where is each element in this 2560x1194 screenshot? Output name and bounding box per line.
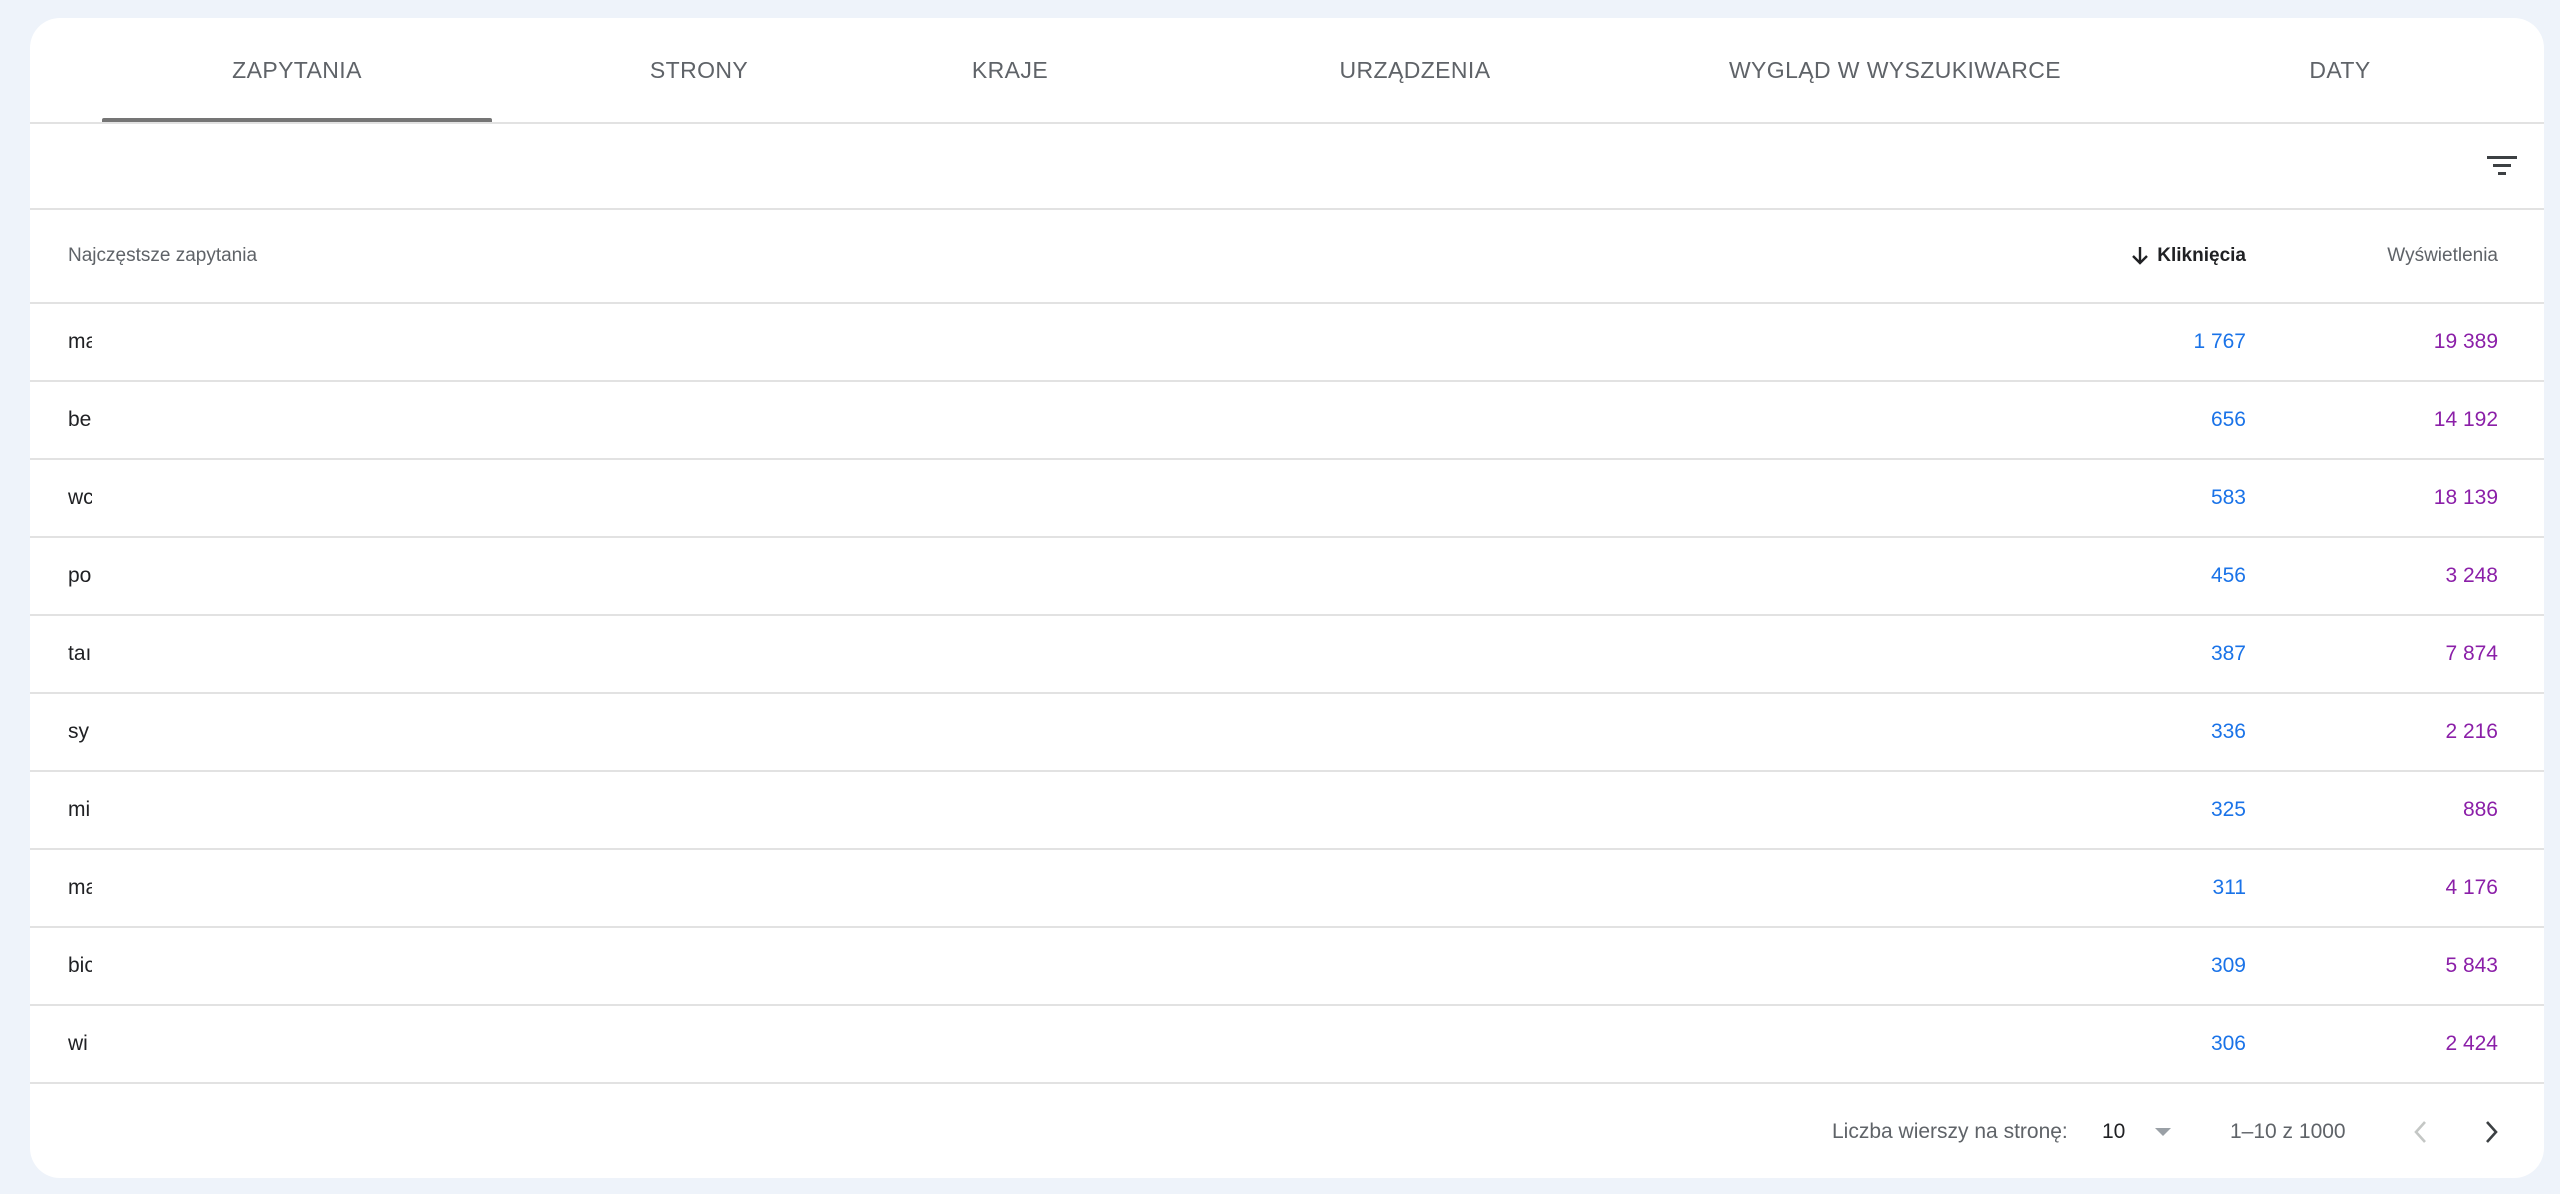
query-cell: sy bbox=[68, 720, 89, 743]
table-row[interactable]: po 456 3 248 bbox=[30, 538, 2544, 616]
impressions-cell: 5 843 bbox=[2445, 954, 2498, 977]
table-row[interactable]: mi 325 886 bbox=[30, 772, 2544, 850]
impressions-cell: 4 176 bbox=[2445, 876, 2498, 899]
pagination: Liczba wierszy na stronę: 10 1–10 z 1000 bbox=[30, 1086, 2544, 1178]
clicks-cell: 306 bbox=[2210, 1032, 2246, 1055]
page-range-label: 1–10 z 1000 bbox=[2230, 1120, 2346, 1143]
active-tab-indicator bbox=[102, 118, 492, 122]
clicks-cell: 456 bbox=[2210, 564, 2246, 587]
table-row[interactable]: be 656 14 192 bbox=[30, 382, 2544, 460]
clicks-cell: 309 bbox=[2210, 954, 2246, 977]
rows-per-page-select[interactable]: 10 bbox=[2102, 1108, 2182, 1156]
table-row[interactable]: wi 306 2 424 bbox=[30, 1006, 2544, 1084]
impressions-cell: 2 424 bbox=[2445, 1032, 2498, 1055]
tab-pages[interactable]: STRONY bbox=[560, 18, 838, 122]
clicks-cell: 1 767 bbox=[2193, 330, 2246, 353]
table-row[interactable]: sy 336 2 216 bbox=[30, 694, 2544, 772]
impressions-cell: 14 192 bbox=[2433, 408, 2498, 431]
table-row[interactable]: ma 311 4 176 bbox=[30, 850, 2544, 928]
table-header: Najczęstsze zapytania Kliknięcia Wyświet… bbox=[30, 210, 2544, 304]
clicks-cell: 387 bbox=[2210, 642, 2246, 665]
next-page-button[interactable] bbox=[2468, 1108, 2516, 1156]
rows-per-page-value: 10 bbox=[2102, 1120, 2126, 1143]
query-cell: mi bbox=[68, 798, 91, 821]
column-header-query[interactable]: Najczęstsze zapytania bbox=[68, 210, 257, 302]
tab-bar: ZAPYTANIA STRONY KRAJE URZĄDZENIA WYGLĄD… bbox=[30, 18, 2544, 124]
filter-button[interactable] bbox=[2480, 144, 2524, 188]
tab-queries[interactable]: ZAPYTANIA bbox=[102, 18, 492, 122]
table-row[interactable]: ma 1 767 19 389 bbox=[30, 304, 2544, 382]
column-header-impressions[interactable]: Wyświetlenia bbox=[2387, 210, 2498, 302]
column-header-clicks[interactable]: Kliknięcia bbox=[2131, 210, 2246, 302]
impressions-cell: 3 248 bbox=[2445, 564, 2498, 587]
arrow-down-icon bbox=[2131, 246, 2149, 266]
tab-devices[interactable]: URZĄDZENIA bbox=[1210, 18, 1620, 122]
column-header-clicks-label: Kliknięcia bbox=[2157, 245, 2246, 266]
clicks-cell: 336 bbox=[2210, 720, 2246, 743]
impressions-cell: 7 874 bbox=[2445, 642, 2498, 665]
query-cell: bic bbox=[68, 954, 92, 977]
table-row[interactable]: bic 309 5 843 bbox=[30, 928, 2544, 1006]
caret-down-icon bbox=[2153, 1126, 2173, 1138]
tab-countries[interactable]: KRAJE bbox=[900, 18, 1120, 122]
performance-card: ZAPYTANIA STRONY KRAJE URZĄDZENIA WYGLĄD… bbox=[30, 18, 2544, 1178]
query-cell: wi bbox=[68, 1032, 88, 1055]
query-cell: ma bbox=[68, 876, 92, 899]
impressions-cell: 19 389 bbox=[2433, 330, 2498, 353]
rows-per-page-label: Liczba wierszy na stronę: bbox=[1832, 1120, 2068, 1143]
table-row[interactable]: taı 387 7 874 bbox=[30, 616, 2544, 694]
tab-search-appearance[interactable]: WYGLĄD W WYSZUKIWARCE bbox=[1690, 18, 2100, 122]
impressions-cell: 2 216 bbox=[2445, 720, 2498, 743]
clicks-cell: 311 bbox=[2212, 876, 2246, 899]
chevron-right-icon bbox=[2486, 1121, 2498, 1143]
query-cell: ma bbox=[68, 330, 92, 353]
impressions-cell: 886 bbox=[2462, 798, 2498, 821]
clicks-cell: 583 bbox=[2210, 486, 2246, 509]
filter-list-icon bbox=[2487, 156, 2517, 175]
table-row[interactable]: wc 583 18 139 bbox=[30, 460, 2544, 538]
query-cell: wc bbox=[68, 486, 92, 509]
query-cell: be bbox=[68, 408, 92, 431]
previous-page-button[interactable] bbox=[2396, 1108, 2444, 1156]
tab-dates[interactable]: DATY bbox=[2180, 18, 2500, 122]
clicks-cell: 656 bbox=[2210, 408, 2246, 431]
chevron-left-icon bbox=[2414, 1121, 2426, 1143]
query-cell: taı bbox=[68, 642, 92, 665]
query-cell: po bbox=[68, 564, 92, 587]
filter-bar bbox=[30, 124, 2544, 210]
clicks-cell: 325 bbox=[2210, 798, 2246, 821]
impressions-cell: 18 139 bbox=[2433, 486, 2498, 509]
